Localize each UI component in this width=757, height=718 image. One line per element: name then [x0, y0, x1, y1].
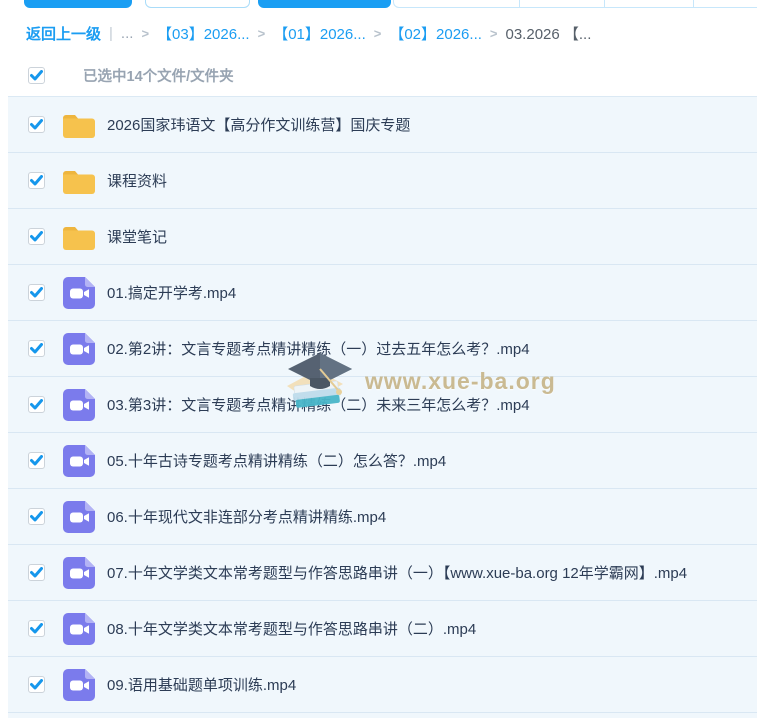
file-row-video[interactable]: 02.第2讲：文言专题考点精讲精练（一）过去五年怎么考？.mp4 — [8, 321, 757, 377]
breadcrumb-back-link[interactable]: 返回上一级 — [26, 23, 101, 43]
breadcrumb-link[interactable]: 【03】2026... — [157, 23, 250, 43]
video-file-icon — [63, 445, 95, 477]
file-name[interactable]: 课程资料 — [107, 170, 167, 191]
breadcrumb-separator-icon: > — [141, 26, 149, 41]
breadcrumb: 返回上一级 | ... > 【03】2026... > 【01】2026... > 【02】… — [26, 23, 751, 43]
check-icon — [30, 343, 43, 354]
file-name[interactable]: 02.第2讲：文言专题考点精讲精练（一）过去五年怎么考？.mp4 — [107, 338, 530, 359]
file-manager-window: 返回上一级 | ... > 【03】2026... > 【01】2026... > 【02】… — [0, 0, 757, 718]
check-icon — [30, 231, 43, 242]
row-checkbox[interactable] — [28, 564, 45, 581]
check-icon — [30, 623, 43, 634]
select-all-checkbox[interactable] — [28, 67, 45, 84]
file-name[interactable]: 07.十年文学类文本常考题型与作答思路串讲（一）【www.xue-ba.org … — [107, 562, 687, 583]
check-icon — [30, 455, 43, 466]
breadcrumb-pipe-divider: | — [109, 25, 113, 42]
file-row-folder[interactable]: 2026国家玮语文【高分作文训练营】国庆专题 — [8, 97, 757, 153]
breadcrumb-separator-icon: > — [258, 26, 266, 41]
file-row-folder[interactable]: 课堂笔记 — [8, 209, 757, 265]
selection-bar: 已选中14个文件/文件夹 — [0, 58, 757, 92]
check-icon — [30, 119, 43, 130]
row-checkbox[interactable] — [28, 228, 45, 245]
file-name[interactable]: 03.第3讲：文言专题考点精讲精练（二）未来三年怎么考？.mp4 — [107, 394, 530, 415]
check-icon — [30, 287, 43, 298]
row-checkbox[interactable] — [28, 676, 45, 693]
toolbar-button-3[interactable] — [258, 0, 391, 8]
check-icon — [30, 567, 43, 578]
selection-count-label: 已选中14个文件/文件夹 — [83, 65, 234, 86]
check-icon — [30, 175, 43, 186]
folder-icon — [62, 111, 96, 139]
file-name[interactable]: 01.搞定开学考.mp4 — [107, 282, 236, 303]
file-row-video[interactable]: 08.十年文学类文本常考题型与作答思路串讲（二）.mp4 — [8, 601, 757, 657]
breadcrumb-separator-icon: > — [374, 26, 382, 41]
file-name[interactable]: 08.十年文学类文本常考题型与作答思路串讲（二）.mp4 — [107, 618, 476, 639]
video-file-icon — [63, 613, 95, 645]
button-group-divider — [604, 0, 605, 7]
file-row-folder[interactable]: 课程资料 — [8, 153, 757, 209]
row-checkbox[interactable] — [28, 396, 45, 413]
file-list: 2026国家玮语文【高分作文训练营】国庆专题 课程资料 课堂笔记 01.搞定开学… — [8, 96, 757, 713]
row-checkbox[interactable] — [28, 452, 45, 469]
video-file-icon — [63, 389, 95, 421]
breadcrumb-link[interactable]: 【02】2026... — [389, 23, 482, 43]
row-checkbox[interactable] — [28, 508, 45, 525]
toolbar-button-2[interactable] — [145, 0, 250, 8]
folder-icon — [62, 167, 96, 195]
row-checkbox[interactable] — [28, 116, 45, 133]
button-group-divider — [519, 0, 520, 7]
file-row-video[interactable]: 06.十年现代文非连部分考点精讲精练.mp4 — [8, 489, 757, 545]
file-name[interactable]: 09.语用基础题单项训练.mp4 — [107, 674, 296, 695]
toolbar-button-group[interactable] — [393, 0, 757, 8]
file-row-video[interactable]: 03.第3讲：文言专题考点精讲精练（二）未来三年怎么考？.mp4 — [8, 377, 757, 433]
breadcrumb-current: 03.2026 【... — [506, 23, 592, 43]
row-checkbox[interactable] — [28, 620, 45, 637]
check-icon — [30, 511, 43, 522]
check-icon — [30, 679, 43, 690]
folder-icon — [62, 223, 96, 251]
video-file-icon — [63, 669, 95, 701]
file-name[interactable]: 06.十年现代文非连部分考点精讲精练.mp4 — [107, 506, 386, 527]
partial-next-row — [8, 713, 757, 718]
row-checkbox[interactable] — [28, 340, 45, 357]
video-file-icon — [63, 277, 95, 309]
check-icon — [30, 399, 43, 410]
video-file-icon — [63, 557, 95, 589]
video-file-icon — [63, 501, 95, 533]
file-name[interactable]: 05.十年古诗专题考点精讲精练（二）怎么答？.mp4 — [107, 450, 446, 471]
file-row-video[interactable]: 07.十年文学类文本常考题型与作答思路串讲（一）【www.xue-ba.org … — [8, 545, 757, 601]
file-row-video[interactable]: 01.搞定开学考.mp4 — [8, 265, 757, 321]
breadcrumb-ellipsis[interactable]: ... — [121, 25, 134, 42]
file-row-video[interactable]: 05.十年古诗专题考点精讲精练（二）怎么答？.mp4 — [8, 433, 757, 489]
row-checkbox[interactable] — [28, 172, 45, 189]
toolbar-button-1[interactable] — [24, 0, 132, 8]
file-row-video[interactable]: 09.语用基础题单项训练.mp4 — [8, 657, 757, 713]
file-name[interactable]: 2026国家玮语文【高分作文训练营】国庆专题 — [107, 114, 410, 135]
file-name[interactable]: 课堂笔记 — [107, 226, 167, 247]
video-file-icon — [63, 333, 95, 365]
breadcrumb-separator-icon: > — [490, 26, 498, 41]
check-icon — [30, 70, 43, 81]
toolbar — [0, 0, 757, 14]
button-group-divider — [693, 0, 694, 7]
row-checkbox[interactable] — [28, 284, 45, 301]
breadcrumb-link[interactable]: 【01】2026... — [273, 23, 366, 43]
